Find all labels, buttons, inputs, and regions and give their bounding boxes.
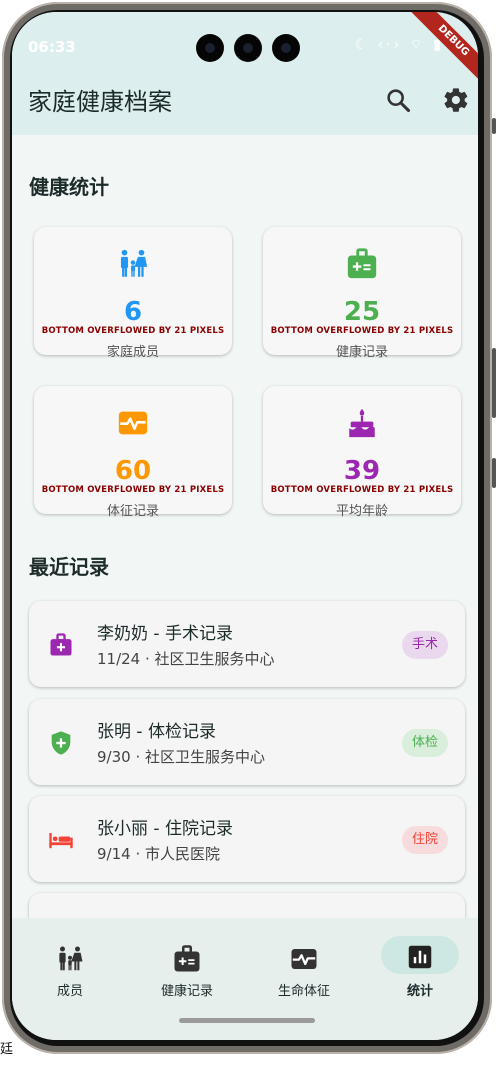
record-title: 李奶奶 - 手术记录: [97, 624, 233, 644]
medical-bag-icon: [50, 633, 72, 656]
camera-icon: [196, 34, 224, 62]
stat-label: 家庭成员: [106, 345, 159, 360]
family-icon: [59, 946, 83, 971]
stat-value: 60: [114, 456, 152, 486]
family-icon: [120, 249, 148, 277]
section-title-recent: 最近记录: [29, 555, 109, 579]
nav-label: 成员: [56, 984, 83, 999]
nav-label: 健康记录: [160, 984, 213, 999]
side-button: [492, 348, 496, 418]
record-subtitle: 9/14 · 市人民医院: [97, 845, 220, 863]
status-bar: 06:33 ☾ ‹·› ⌔ ▮: [12, 12, 478, 68]
record-title: 张小丽 - 住院记录: [97, 819, 233, 839]
record-subtitle: 11/24 · 社区卫生服务中心: [97, 650, 275, 668]
record-title: 张明 - 体检记录: [97, 722, 216, 742]
home-indicator[interactable]: [179, 1018, 315, 1023]
section-title-stats: 健康统计: [29, 175, 109, 199]
app-bar: 06:33 ☾ ‹·› ⌔ ▮ DEBUG 家庭健康档案: [12, 12, 478, 135]
record-card[interactable]: [29, 893, 465, 918]
stat-card-records[interactable]: 25 BOTTOM OVERFLOWED BY 21 PIXELS 健康记录: [263, 227, 461, 360]
shield-plus-icon: [51, 731, 71, 755]
stat-card-average-age[interactable]: 39 BOTTOM OVERFLOWED BY 21 PIXELS 平均年龄: [263, 386, 461, 519]
record-card[interactable]: 张小丽 - 住院记录 9/14 · 市人民医院 住院: [29, 796, 465, 882]
hospital-bed-icon: [49, 833, 73, 849]
overflow-warning: BOTTOM OVERFLOWED BY 21 PIXELS: [270, 326, 454, 336]
stat-value: 25: [343, 297, 381, 327]
stat-label: 体征记录: [106, 504, 159, 519]
record-tag: 住院: [401, 826, 448, 854]
page-title: 家庭健康档案: [28, 88, 172, 116]
heartbeat-icon: [118, 411, 148, 435]
cake-icon: [349, 408, 375, 438]
nav-item-statistics[interactable]: 统计: [362, 936, 478, 1006]
record-tag: 手术: [401, 631, 448, 659]
camera-icon: [234, 34, 262, 62]
overflow-warning: BOTTOM OVERFLOWED BY 21 PIXELS: [41, 485, 225, 495]
stat-card-members[interactable]: 6 BOTTOM OVERFLOWED BY 21 PIXELS 家庭成员: [34, 227, 232, 360]
record-card[interactable]: 张明 - 体检记录 9/30 · 社区卫生服务中心 体检: [29, 699, 465, 785]
stats-content[interactable]: 健康统计 6 BOTTOM OVERFLOWED BY 21 PIXELS 家庭…: [12, 135, 478, 918]
nav-item-members[interactable]: 成员: [12, 936, 128, 1006]
app-screen: 06:33 ☾ ‹·› ⌔ ▮ DEBUG 家庭健康档案 健康统计 6 BOTT…: [12, 12, 478, 1040]
medical-bag-icon: [347, 248, 377, 279]
search-icon[interactable]: [384, 86, 412, 114]
nav-item-health-records[interactable]: 健康记录: [129, 936, 245, 1006]
gear-icon[interactable]: [442, 86, 470, 114]
bar-chart-icon: [408, 945, 432, 969]
overflow-warning: BOTTOM OVERFLOWED BY 21 PIXELS: [270, 485, 454, 495]
nav-item-vitals[interactable]: 生命体征: [246, 936, 362, 1006]
overflow-warning: BOTTOM OVERFLOWED BY 21 PIXELS: [41, 326, 225, 336]
status-time: 06:33: [28, 38, 76, 56]
monitor-heart-icon: [291, 949, 317, 969]
stat-value: 39: [343, 456, 381, 486]
camera-icon: [272, 34, 300, 62]
stat-value: 6: [123, 297, 143, 327]
side-button: [492, 118, 496, 134]
medical-bag-icon: [174, 945, 200, 972]
nav-label: 统计: [406, 984, 433, 999]
record-card[interactable]: 李奶奶 - 手术记录 11/24 · 社区卫生服务中心 手术: [29, 601, 465, 687]
stat-card-vitals[interactable]: 60 BOTTOM OVERFLOWED BY 21 PIXELS 体征记录: [34, 386, 232, 519]
stat-label: 健康记录: [335, 345, 388, 360]
record-subtitle: 9/30 · 社区卫生服务中心: [97, 748, 265, 766]
record-tag: 体检: [401, 729, 448, 757]
stat-label: 平均年龄: [335, 504, 388, 519]
side-button: [492, 458, 496, 488]
nav-label: 生命体征: [277, 984, 330, 999]
background-text-fragment: 廷: [0, 1042, 14, 1057]
status-icons: ☾ ‹·› ⌔ ▮: [354, 37, 444, 53]
